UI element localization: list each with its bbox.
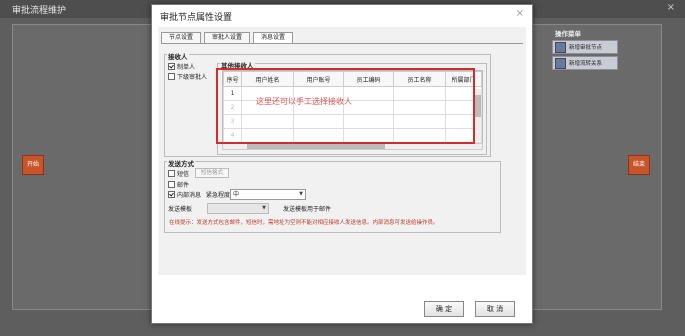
vertical-scrollbar[interactable]	[475, 89, 481, 141]
sms-option: 短信	[168, 169, 189, 178]
horizontal-scroll-thumb[interactable]	[247, 144, 385, 149]
chevron-down-icon: ▼	[299, 191, 303, 197]
next-approver-checkbox[interactable]	[168, 73, 175, 80]
send-method-legend: 发送方式	[167, 158, 195, 168]
add-approval-node-label: 新增审批节点	[569, 45, 603, 51]
next-approver-label: 下级审批人	[177, 74, 208, 81]
node-icon	[555, 41, 566, 53]
horizontal-scrollbar[interactable]	[222, 143, 483, 150]
template-row: 发送模板	[168, 204, 192, 213]
chevron-down-icon: ▼	[262, 205, 266, 211]
internal-message-label: 内部消息	[177, 192, 202, 199]
maker-checkbox[interactable]	[168, 63, 175, 70]
add-transfer-relation-button[interactable]: 新增流转关系	[552, 56, 618, 70]
internal-message-option: 内部消息 紧急程度	[168, 190, 230, 199]
operation-menu: 操作菜单 新增审批节点 新增流转关系	[552, 28, 624, 70]
sms-label: 短信	[177, 171, 190, 178]
receivers-legend: 接收人	[167, 51, 189, 61]
window-title: 审批流程维护	[12, 6, 67, 16]
maker-option: 制单人	[168, 62, 195, 71]
annotation-text: 这里还可以手工选择接收人	[256, 97, 352, 106]
ok-button[interactable]: 确 定	[424, 301, 464, 317]
cancel-button[interactable]: 取 消	[475, 301, 515, 317]
add-approval-node-button[interactable]: 新增审批节点	[552, 40, 618, 54]
email-option: 邮件	[168, 180, 189, 189]
email-label: 邮件	[177, 182, 190, 189]
urgency-label: 紧急程度	[206, 192, 231, 199]
internal-message-checkbox[interactable]	[168, 191, 175, 198]
send-method-group: 发送方式 短信 短信格式 邮件 内部消息 紧急程度 中 ▼ 发送模板 ▼ 发送模…	[164, 158, 501, 233]
template-note-row: 发送模板用于邮件	[283, 204, 331, 213]
urgency-select[interactable]: 中 ▼	[230, 189, 306, 200]
template-note: 发送模板用于邮件	[283, 206, 332, 213]
start-node[interactable]: 开始	[22, 155, 44, 175]
node-properties-dialog: 审批节点属性设置 × 节点设置 审批人设置 消息设置 接收人 制单人 下级审批人…	[151, 4, 533, 324]
close-icon[interactable]: ×	[516, 8, 524, 19]
dialog-title: 审批节点属性设置	[160, 13, 233, 23]
window-close-icon[interactable]: ×	[667, 2, 675, 13]
sms-checkbox[interactable]	[168, 170, 175, 177]
maker-label: 制单人	[177, 64, 196, 71]
vertical-scroll-thumb[interactable]	[475, 95, 481, 117]
template-select[interactable]: ▼	[207, 203, 269, 214]
next-approver-option: 下级审批人	[168, 72, 207, 81]
email-checkbox[interactable]	[168, 181, 175, 188]
operation-menu-title: 操作菜单	[555, 30, 581, 38]
sms-format-button[interactable]: 短信格式	[195, 168, 230, 178]
end-node[interactable]: 结束	[628, 155, 650, 175]
link-icon	[555, 57, 566, 69]
dialog-body: 节点设置 审批人设置 消息设置 接收人 制单人 下级审批人 其他接收人 序号 用…	[158, 27, 526, 275]
add-transfer-relation-label: 新增流转关系	[569, 61, 603, 67]
online-hint: 在线提示：发送方式包含邮件，短信时，需地址为空则不能对相应接收人发送信息。内部消…	[169, 220, 439, 226]
tab-divider	[161, 43, 523, 44]
urgency-value: 中	[233, 191, 240, 198]
template-label: 发送模板	[168, 206, 193, 213]
